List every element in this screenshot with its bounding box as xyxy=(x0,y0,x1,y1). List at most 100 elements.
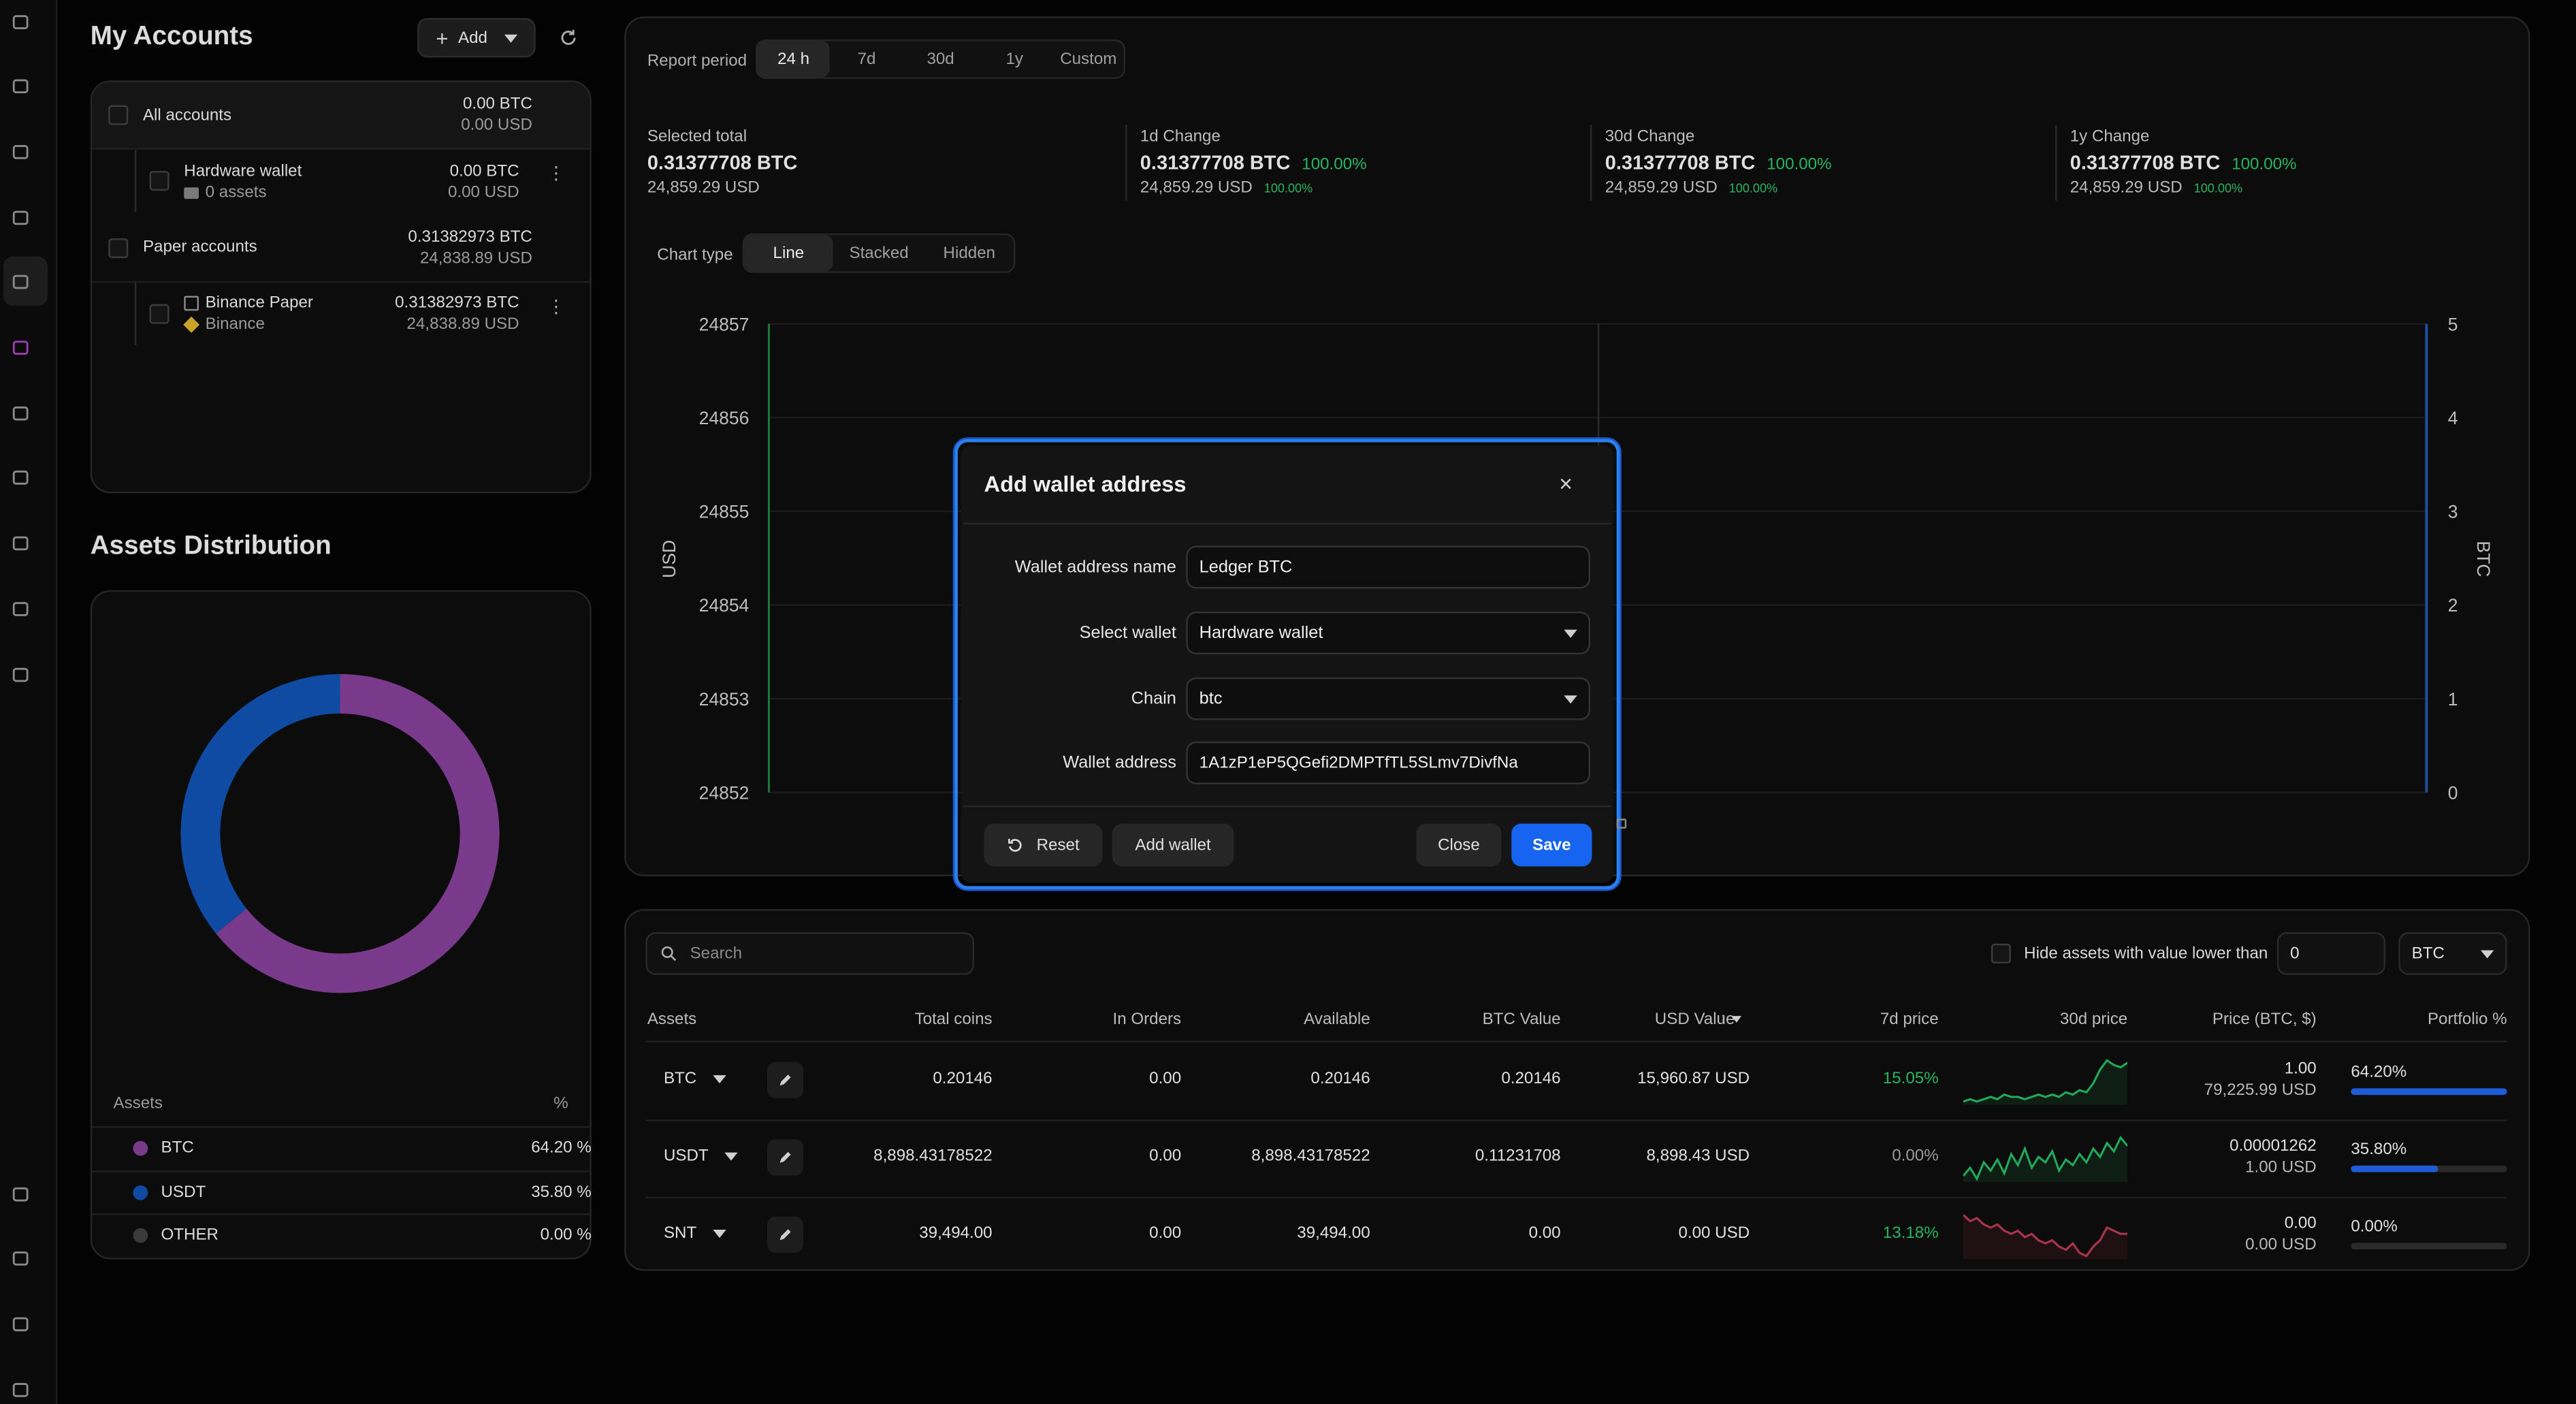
close-icon[interactable]: × xyxy=(1559,472,1573,495)
change-usd-pct: 100.00% xyxy=(1263,180,1313,196)
currency-select[interactable]: BTC xyxy=(2398,932,2507,975)
pencil-icon xyxy=(779,1229,791,1241)
period-tab-1[interactable]: 7d xyxy=(830,41,904,77)
asset-symbol: USDT xyxy=(663,1147,709,1166)
resize-handle-icon[interactable] xyxy=(1616,818,1627,829)
edit-button[interactable] xyxy=(767,1139,804,1176)
legend-name: BTC xyxy=(161,1139,194,1158)
chain-dropdown[interactable]: btc xyxy=(1186,677,1591,720)
distribution-col-assets: Assets xyxy=(113,1095,163,1113)
plus-icon: + xyxy=(436,25,449,50)
chart-type-stacked[interactable]: Stacked xyxy=(833,235,925,271)
column-header[interactable]: Assets xyxy=(647,1011,696,1030)
distribution-col-pct: % xyxy=(553,1095,568,1113)
y-tick-label: 24856 xyxy=(699,408,750,428)
period-tab-2[interactable]: 30d xyxy=(903,41,978,77)
y-tick-label: 24852 xyxy=(699,782,750,803)
key-icon[interactable] xyxy=(10,599,29,618)
divider xyxy=(92,1169,590,1172)
wallet-name-label: Wallet address name xyxy=(1014,557,1176,577)
hardware-wallet-usd: 0.00 USD xyxy=(447,184,519,202)
period-tab-0[interactable]: 24 h xyxy=(757,41,830,78)
hide-threshold-input[interactable]: 0 xyxy=(2276,932,2386,975)
binance-paper-row-title: Binance Paper xyxy=(184,294,313,313)
home-icon[interactable] xyxy=(10,12,29,31)
chart-type-line[interactable]: Line xyxy=(744,235,833,272)
hide-assets-checkbox[interactable] xyxy=(1991,943,2011,963)
close-button[interactable]: Close xyxy=(1416,823,1502,867)
reset-button[interactable]: Reset xyxy=(984,823,1103,867)
chart-icon[interactable] xyxy=(10,76,29,95)
column-header[interactable]: 30d price xyxy=(2060,1011,2127,1030)
tree-line xyxy=(134,149,137,212)
column-header[interactable]: Total coins xyxy=(915,1011,993,1030)
gear-icon[interactable] xyxy=(10,664,29,684)
cell-available: 39,494.00 xyxy=(1297,1224,1370,1243)
select-wallet-dropdown[interactable]: Hardware wallet xyxy=(1186,611,1591,654)
add-account-button[interactable]: + Add xyxy=(417,18,536,58)
kebab-menu-icon[interactable]: ⋮ xyxy=(547,165,566,191)
change-pct: 100.00% xyxy=(2232,156,2297,174)
legend-pct: 35.80 % xyxy=(531,1183,592,1201)
chart-type-hidden[interactable]: Hidden xyxy=(925,235,1014,271)
change-usd-row: 24,859.29 USD 100.00% xyxy=(1140,179,1313,197)
column-header[interactable]: 7d price xyxy=(1880,1011,1939,1030)
save-button[interactable]: Save xyxy=(1511,823,1592,867)
asset-selector[interactable]: SNT xyxy=(664,1225,726,1243)
fingerprint-icon[interactable] xyxy=(10,337,29,357)
add-wallet-button[interactable]: Add wallet xyxy=(1112,823,1234,867)
period-tab-4[interactable]: Custom xyxy=(1051,41,1125,77)
barbell-icon[interactable] xyxy=(10,467,29,487)
column-header[interactable]: Available xyxy=(1304,1011,1370,1030)
column-header[interactable]: Portfolio % xyxy=(2428,1011,2507,1030)
asset-selector[interactable]: USDT xyxy=(663,1147,739,1166)
asset-selector[interactable]: BTC xyxy=(664,1070,726,1088)
asset-symbol: SNT xyxy=(663,1224,697,1243)
cell-price-usd: 79,225.99 USD xyxy=(2204,1081,2317,1100)
edit-button[interactable] xyxy=(767,1216,804,1253)
all-accounts-checkbox[interactable] xyxy=(108,105,129,125)
cell-total: 39,494.00 xyxy=(919,1224,993,1243)
change-btc: 0.31377708 BTC xyxy=(1140,151,1291,174)
refresh-icon[interactable] xyxy=(559,27,580,48)
wallet-address-input[interactable]: 1A1zP1eP5QGefi2DMPTfTL5SLmv7DivfNa xyxy=(1186,741,1591,784)
change-pct: 100.00% xyxy=(1767,156,1832,174)
kebab-menu-icon[interactable]: ⋮ xyxy=(547,298,566,324)
compass-icon[interactable] xyxy=(10,403,29,423)
wallet-name-input[interactable]: Ledger BTC xyxy=(1186,545,1591,589)
cell-orders: 0.00 xyxy=(1149,1070,1182,1089)
period-tab-3[interactable]: 1y xyxy=(978,41,1052,77)
expand-icon[interactable] xyxy=(10,1379,29,1399)
search-input[interactable]: Search xyxy=(645,932,975,975)
search-icon xyxy=(661,946,677,961)
wallet-icon[interactable] xyxy=(10,271,29,291)
desktop-icon[interactable] xyxy=(10,1248,29,1268)
add-wallet-modal xyxy=(961,445,1613,883)
column-header[interactable]: Price (BTC, $) xyxy=(2212,1011,2317,1030)
paper-accounts-btc: 0.31382973 BTC xyxy=(408,228,532,247)
legend-pct: 64.20 % xyxy=(531,1139,592,1158)
sparkline-30d xyxy=(1963,1135,2128,1183)
tree-line xyxy=(134,283,137,346)
cell-btc: 0.20146 xyxy=(1501,1070,1561,1089)
chat-icon[interactable] xyxy=(10,1183,29,1203)
column-header[interactable]: BTC Value xyxy=(1483,1011,1561,1030)
monitor-icon[interactable] xyxy=(10,207,29,227)
column-header[interactable]: In Orders xyxy=(1113,1011,1182,1030)
binance-icon xyxy=(183,316,200,333)
cell-7d-price: 0.00% xyxy=(1892,1147,1939,1166)
change-pct: 100.00% xyxy=(1302,156,1367,174)
y2-tick-label: 0 xyxy=(2448,782,2458,803)
wifi-icon[interactable] xyxy=(10,1313,29,1333)
percent-icon[interactable] xyxy=(10,532,29,552)
binance-paper-checkbox[interactable] xyxy=(149,304,170,324)
grid-icon[interactable] xyxy=(10,142,29,161)
change-btc: 0.31377708 BTC xyxy=(1605,151,1756,174)
hardware-wallet-checkbox[interactable] xyxy=(149,171,170,191)
change-btc: 0.31377708 BTC xyxy=(2070,151,2221,174)
paper-accounts-checkbox[interactable] xyxy=(108,238,129,259)
sort-desc-icon[interactable] xyxy=(1731,1016,1742,1023)
cell-available: 8,898.43178522 xyxy=(1251,1147,1370,1166)
cell-portfolio-pct: 64.20% xyxy=(2351,1064,2407,1082)
edit-button[interactable] xyxy=(767,1062,804,1098)
